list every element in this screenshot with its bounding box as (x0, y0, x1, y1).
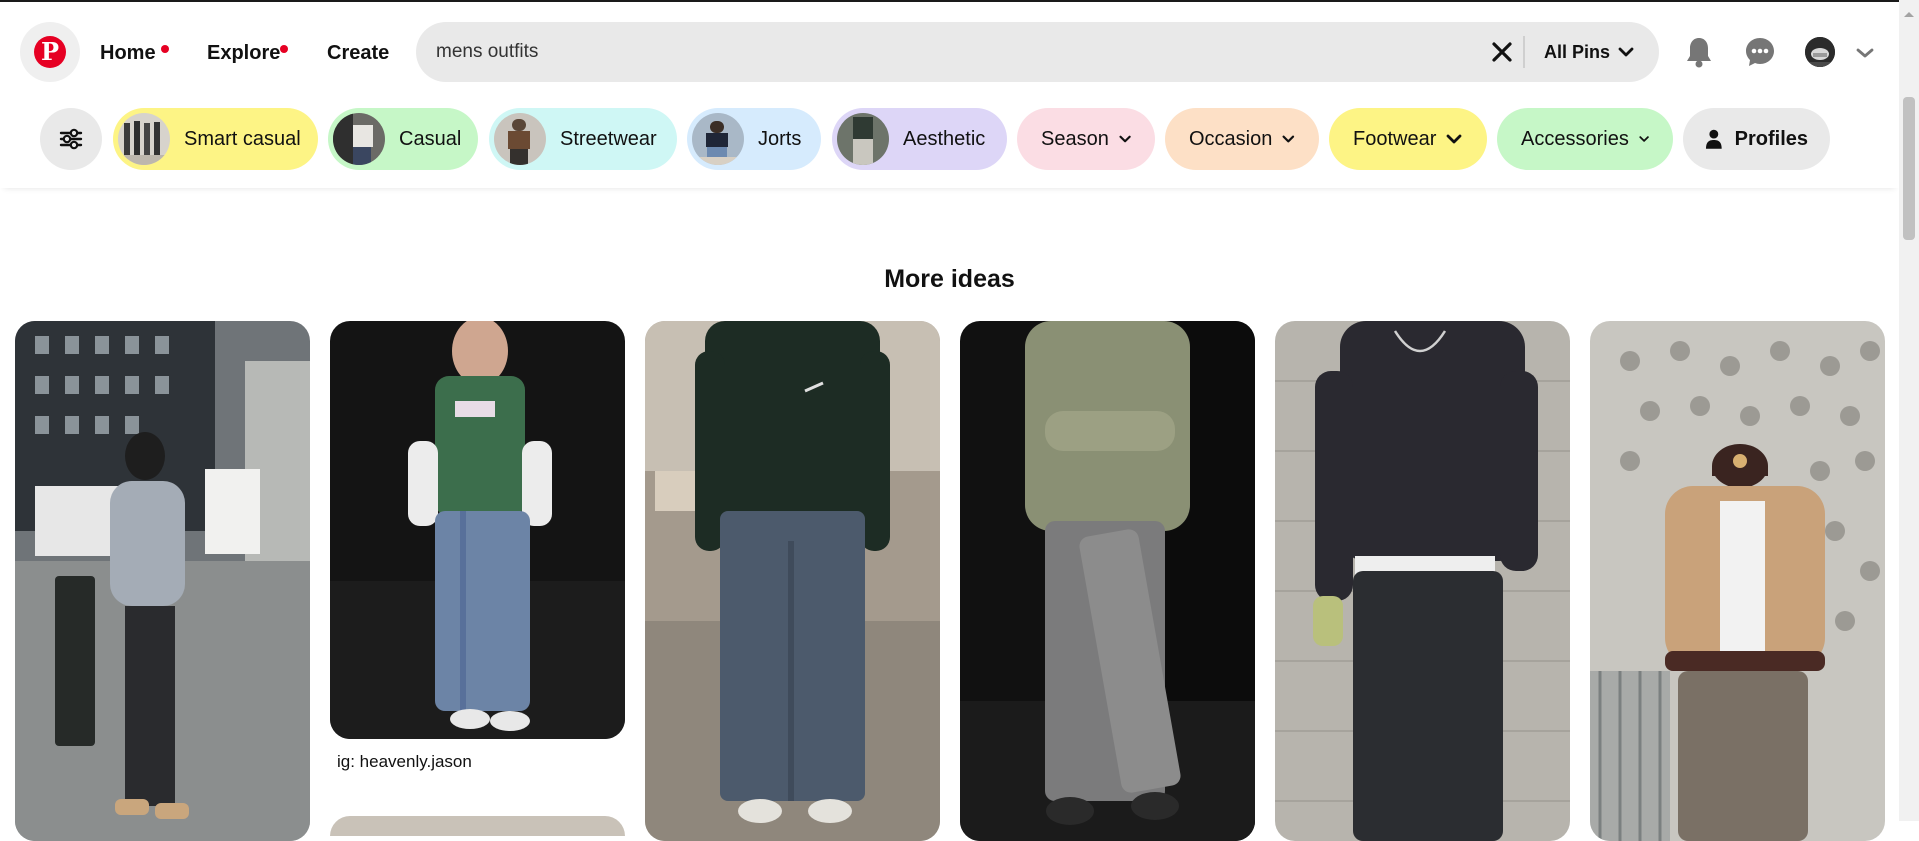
chevron-down-icon (1618, 47, 1634, 57)
chevron-down-icon (1639, 136, 1649, 142)
pill-jorts[interactable]: Jorts (687, 108, 821, 170)
chevron-down-icon (1119, 135, 1131, 143)
search-bar[interactable]: All Pins (416, 22, 1659, 82)
casual-thumbnail (333, 113, 385, 165)
chevron-down-icon (1446, 134, 1462, 144)
streetwear-thumbnail (494, 113, 546, 165)
pill-streetwear[interactable]: Streetwear (489, 108, 677, 170)
pin-image (1275, 321, 1570, 841)
pill-aesthetic[interactable]: Aesthetic (832, 108, 1007, 170)
pill-label: Season (1041, 127, 1109, 150)
pill-label: Aesthetic (903, 127, 986, 150)
pin-image (15, 321, 310, 841)
filters-button[interactable] (40, 108, 102, 170)
pinterest-logo[interactable]: P (20, 22, 80, 82)
aesthetic-thumbnail (837, 113, 889, 165)
pill-label: Footwear (1353, 127, 1437, 150)
pill-casual[interactable]: Casual (328, 108, 478, 170)
pill-season-dropdown[interactable]: Season (1017, 108, 1155, 170)
scroll-up-arrow-icon[interactable] (1902, 6, 1916, 17)
pin-image (1590, 321, 1885, 841)
pill-label: Casual (399, 127, 462, 150)
pin-card[interactable] (1590, 321, 1885, 841)
header: P Home Explore Create All Pins (0, 2, 1899, 188)
pill-label: Streetwear (560, 127, 657, 150)
pill-accessories-dropdown[interactable]: Accessories (1497, 108, 1673, 170)
pill-occasion-dropdown[interactable]: Occasion (1165, 108, 1319, 170)
nav-home[interactable]: Home (100, 42, 156, 65)
pin-image (645, 321, 940, 841)
pin-caption[interactable]: ig: heavenly.jason (337, 752, 472, 772)
explore-notification-dot (280, 45, 288, 53)
pill-label: Occasion (1189, 127, 1273, 150)
sliders-icon (59, 128, 83, 150)
pill-label: Profiles (1734, 127, 1808, 150)
pinterest-p-icon: P (34, 36, 66, 68)
home-notification-dot (161, 45, 169, 53)
pill-label: Jorts (758, 127, 802, 150)
nav-explore[interactable]: Explore (207, 42, 280, 65)
nav-create[interactable]: Create (327, 42, 389, 65)
scrollbar-thumb[interactable] (1903, 97, 1915, 240)
pill-smart-casual[interactable]: Smart casual (113, 108, 318, 170)
pill-profiles[interactable]: Profiles (1683, 108, 1830, 170)
user-avatar[interactable] (1805, 37, 1835, 67)
pill-label: Accessories (1521, 127, 1629, 150)
pin-card[interactable] (15, 321, 310, 841)
pin-card[interactable] (960, 321, 1255, 841)
pin-image (960, 321, 1255, 841)
all-pins-dropdown[interactable]: All Pins (1544, 22, 1634, 82)
chevron-down-icon (1282, 135, 1295, 143)
all-pins-label: All Pins (1544, 41, 1611, 62)
jorts-thumbnail (692, 113, 744, 165)
account-chevron-icon[interactable] (1845, 33, 1885, 73)
pin-card[interactable] (1275, 321, 1570, 841)
notification-bell-icon[interactable] (1679, 32, 1719, 72)
smart-casual-thumbnail (118, 113, 170, 165)
pin-card-next[interactable] (330, 816, 625, 836)
pill-label: Smart casual (184, 127, 301, 150)
pin-card[interactable] (330, 321, 625, 739)
pill-footwear-dropdown[interactable]: Footwear (1329, 108, 1487, 170)
clear-search-icon[interactable] (1484, 34, 1520, 70)
search-divider (1523, 36, 1525, 68)
person-icon (1705, 129, 1722, 149)
pin-image (330, 321, 625, 739)
search-input[interactable] (436, 22, 1436, 82)
section-title: More ideas (884, 265, 1015, 293)
messages-icon[interactable] (1740, 32, 1780, 72)
pin-card[interactable] (645, 321, 940, 841)
